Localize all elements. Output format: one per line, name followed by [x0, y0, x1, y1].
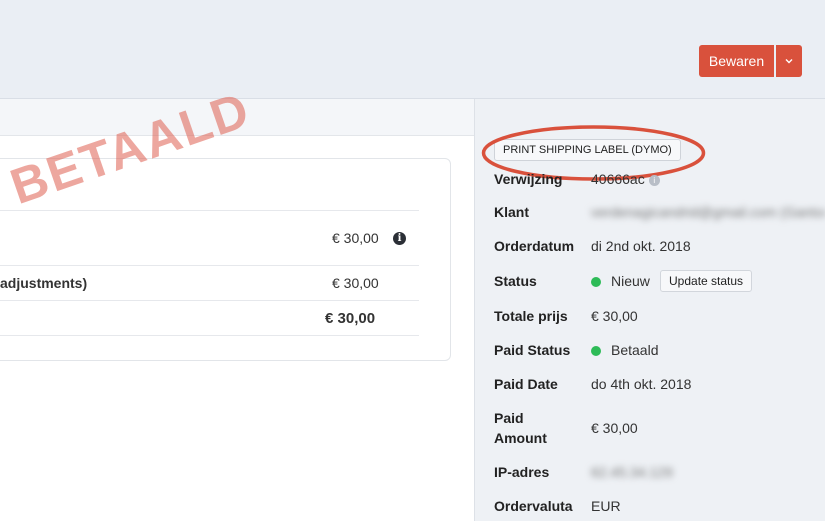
ip-address-value: 62.45.34.129 [591, 464, 673, 480]
paid-amount-label-line2: Amount [494, 430, 547, 446]
save-button[interactable]: Bewaren [699, 45, 774, 77]
order-date-value: di 2nd okt. 2018 [591, 238, 691, 254]
row-divider [0, 335, 419, 336]
save-button-group: Bewaren [699, 45, 802, 77]
paid-amount-value: € 30,00 [591, 420, 638, 436]
update-status-button[interactable]: Update status [660, 270, 753, 292]
line-item-amount: € 30,00 [332, 230, 379, 246]
info-icon[interactable]: i [648, 174, 660, 186]
order-currency-label: Ordervaluta [494, 498, 573, 514]
row-divider [0, 265, 419, 266]
paid-date-label: Paid Date [494, 376, 558, 392]
row-divider [0, 210, 419, 211]
total-price-value: € 30,00 [591, 308, 638, 324]
paid-status-dot-icon [591, 346, 601, 357]
status-dot-icon [591, 277, 601, 288]
ip-address-label: IP-adres [494, 464, 550, 480]
order-date-label: Orderdatum [494, 238, 575, 254]
chevron-down-icon [785, 59, 793, 64]
save-dropdown-button[interactable] [776, 45, 802, 77]
adjustments-label: adjustments) [0, 275, 88, 291]
order-currency-value: EUR [591, 498, 621, 514]
status-value: Nieuw [591, 271, 650, 291]
total-amount: € 30,00 [325, 310, 376, 327]
customer-label: Klant [494, 204, 529, 220]
info-icon[interactable]: i [393, 232, 406, 245]
status-label: Status [494, 273, 537, 289]
subtotal-amount: € 30,00 [332, 275, 379, 291]
total-price-label: Totale prijs [494, 308, 568, 324]
paid-date-value: do 4th okt. 2018 [591, 376, 692, 392]
paid-status-label: Paid Status [494, 342, 571, 358]
row-divider [0, 300, 419, 301]
reference-label: Verwijzing [494, 171, 563, 187]
paid-amount-label-line1: Paid [494, 410, 524, 426]
customer-value[interactable]: verdenagicandrid@gmail.com (Ganton) [591, 202, 825, 222]
reference-value: 40666ac i [591, 169, 660, 189]
paid-status-value: Betaald [591, 340, 658, 360]
